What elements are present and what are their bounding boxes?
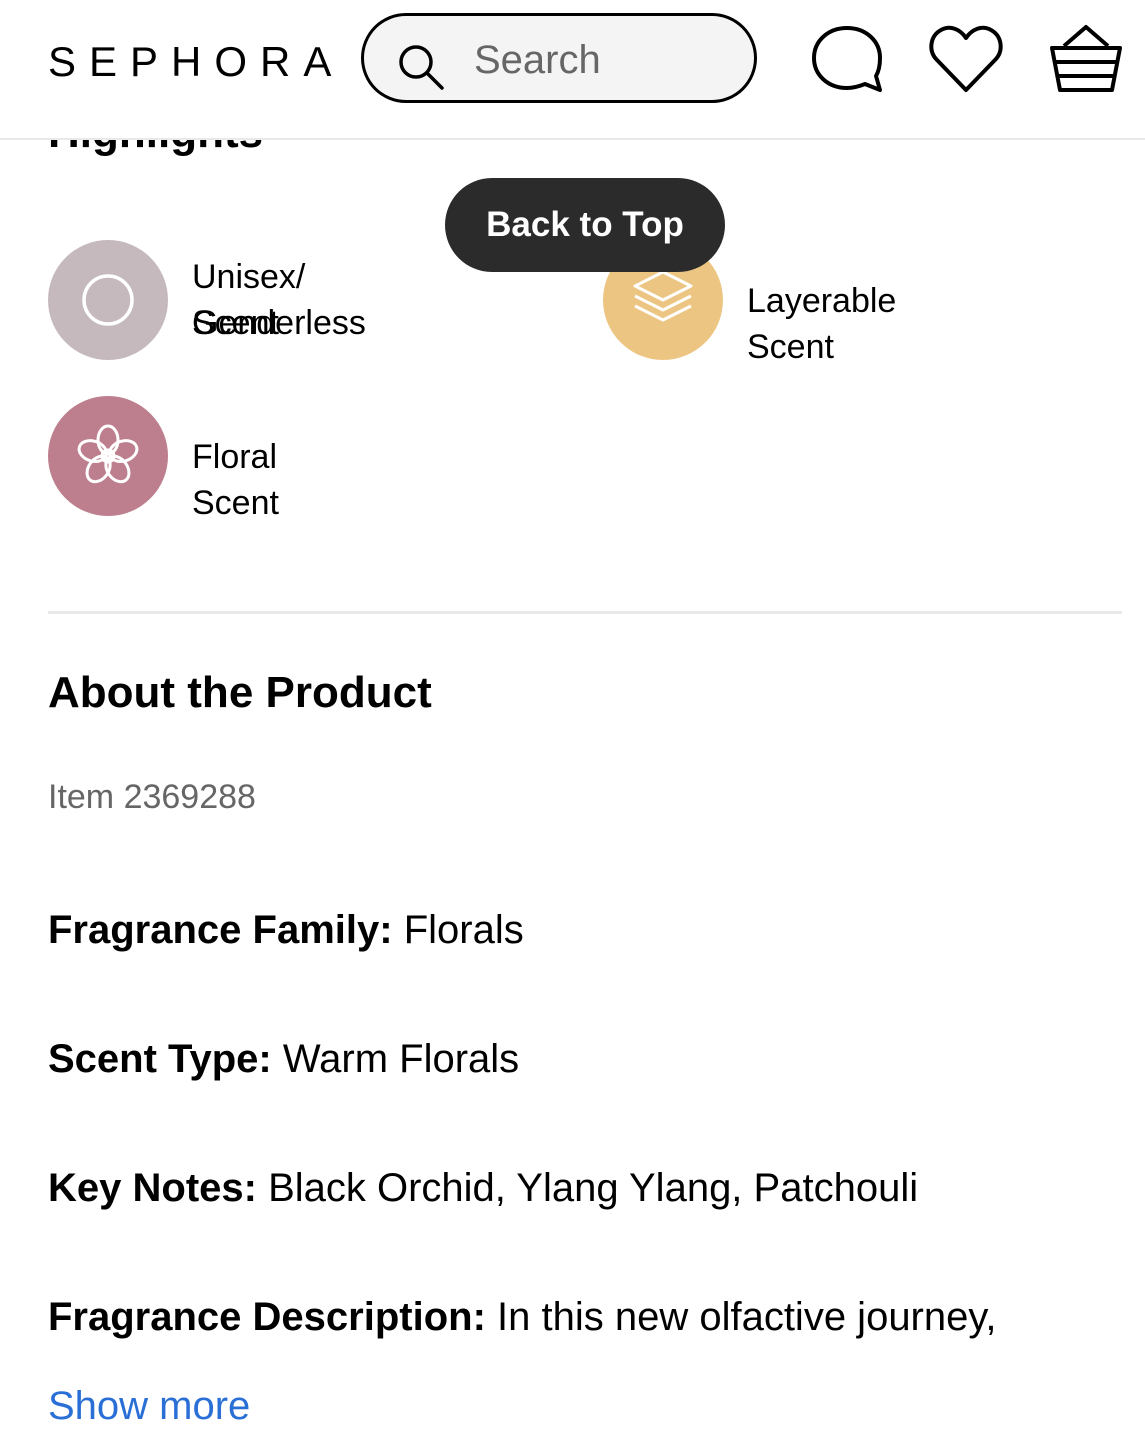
back-to-top-button[interactable]: Back to Top — [445, 178, 725, 272]
scent-type-row: Scent Type: Warm Florals — [48, 1037, 519, 1082]
about-product-heading: About the Product — [48, 668, 432, 717]
fragrance-description-row: Fragrance Description: In this new olfac… — [48, 1295, 997, 1340]
top-nav-bar: SEPHORA Search — [0, 0, 1145, 140]
fragrance-family-row: Fragrance Family: Florals — [48, 908, 524, 953]
floral-label: Floral Scent — [192, 438, 279, 522]
basket-icon[interactable] — [1048, 22, 1124, 96]
attr-value: In this new olfactive journey, — [485, 1295, 997, 1339]
search-input[interactable]: Search — [361, 13, 757, 103]
attr-key: Scent Type: — [48, 1037, 272, 1081]
unisex-label-line2: Scent — [192, 304, 279, 342]
floral-badge — [48, 396, 168, 516]
search-icon — [399, 45, 444, 90]
attr-value: Warm Florals — [271, 1037, 520, 1081]
attr-key: Key Notes: — [48, 1166, 257, 1210]
flower-icon — [77, 424, 139, 484]
chat-icon[interactable] — [810, 24, 884, 96]
heart-icon[interactable] — [928, 24, 1004, 96]
unisex-badge — [48, 240, 168, 360]
layerable-label: Layerable Scent — [747, 282, 897, 366]
attr-key: Fragrance Family: — [48, 908, 393, 952]
search-placeholder: Search — [474, 38, 601, 82]
key-notes-row: Key Notes: Black Orchid, Ylang Ylang, Pa… — [48, 1166, 918, 1211]
circle-icon — [82, 274, 134, 326]
section-divider — [48, 611, 1122, 614]
item-number: Item 2369288 — [48, 778, 256, 816]
attr-key: Fragrance Description: — [48, 1295, 486, 1339]
attr-value: Black Orchid, Ylang Ylang, Patchouli — [256, 1166, 919, 1210]
show-more-link[interactable]: Show more — [48, 1384, 250, 1429]
sephora-logo[interactable]: SEPHORA — [48, 38, 344, 86]
attr-value: Florals — [392, 908, 524, 952]
